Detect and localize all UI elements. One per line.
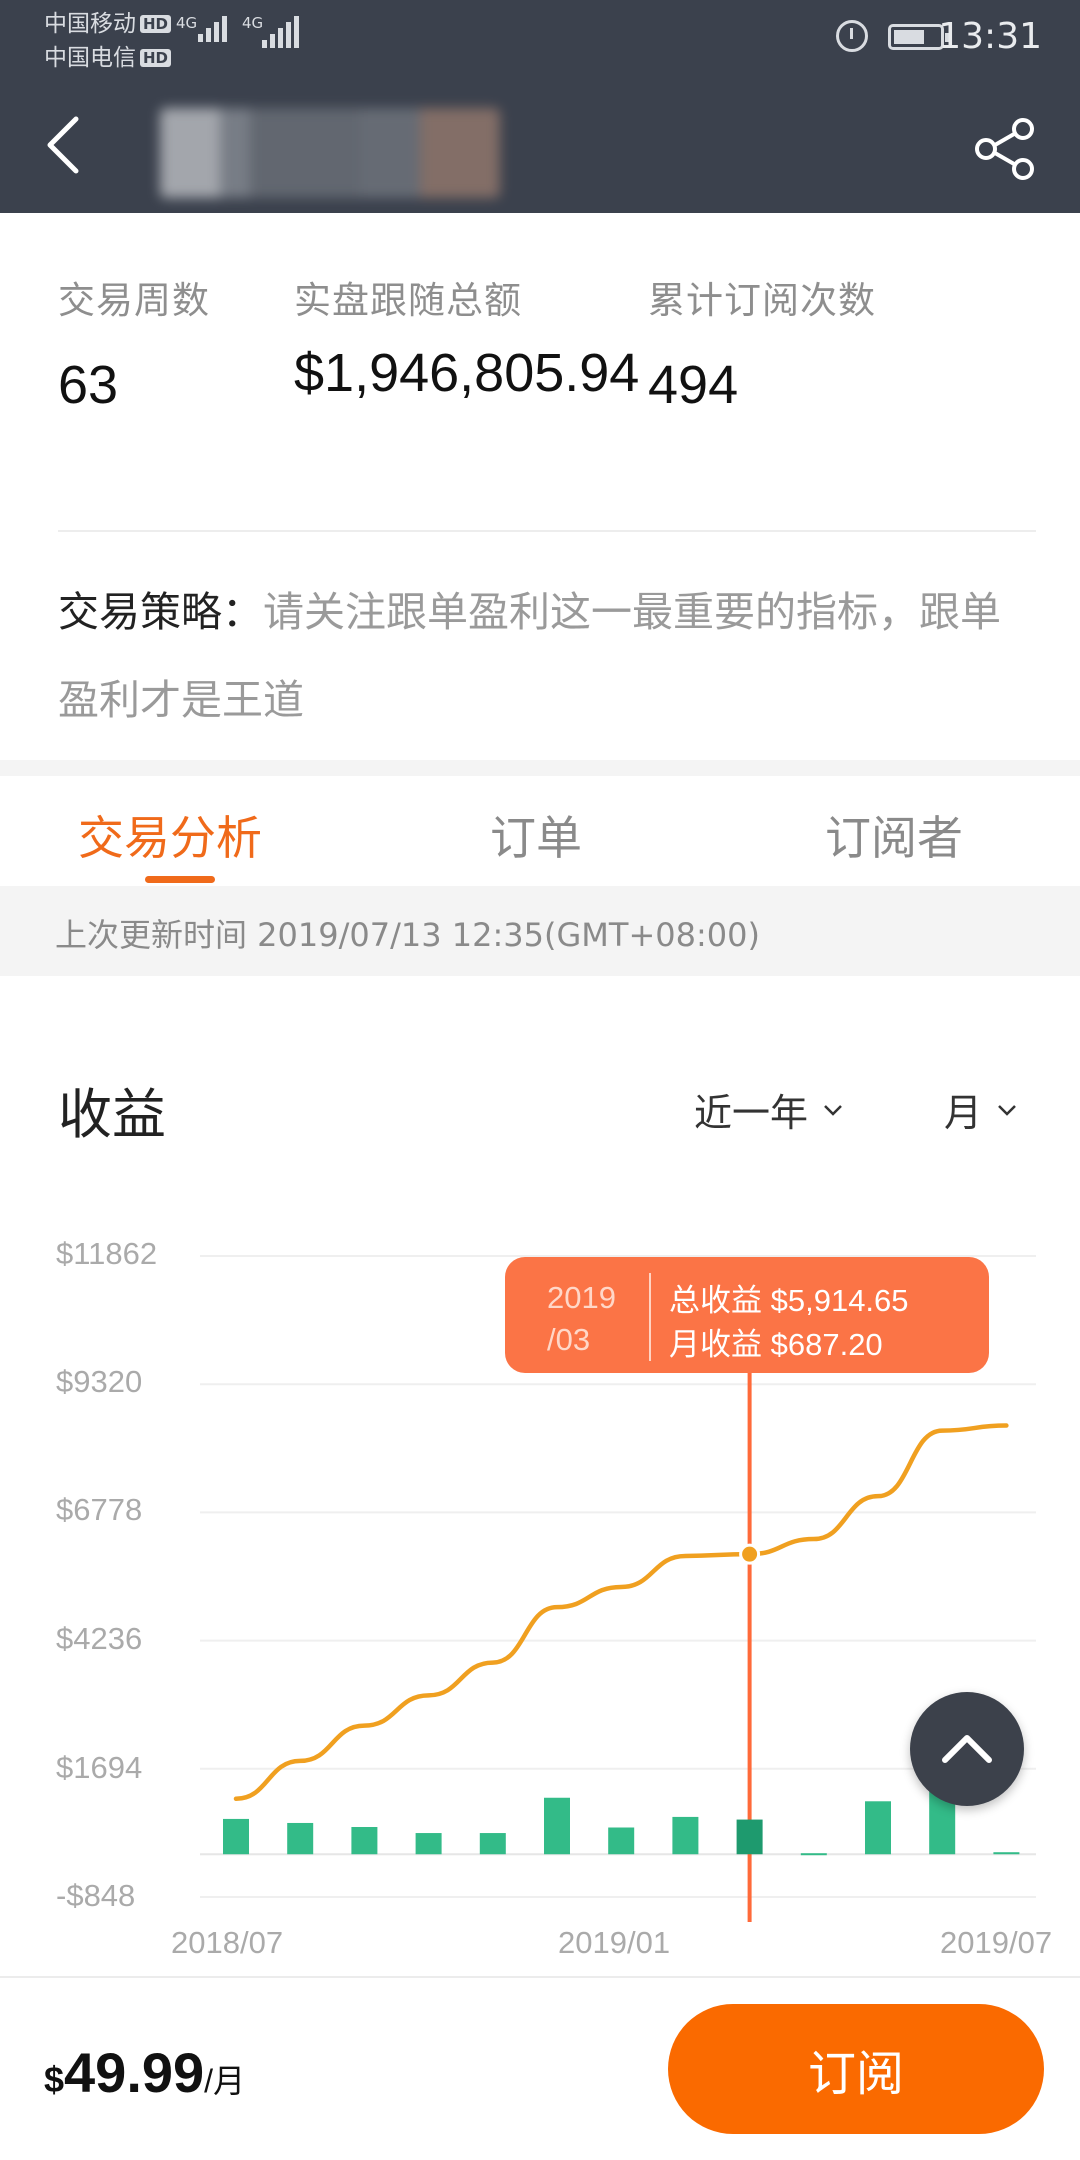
monthly-earnings-bar bbox=[672, 1816, 699, 1855]
price: $49.99/月 bbox=[44, 2040, 245, 2105]
x-tick-label: 2019/07 bbox=[940, 1925, 1053, 1960]
monthly-earnings-bar bbox=[993, 1852, 1020, 1855]
monthly-earnings-bar bbox=[736, 1819, 763, 1855]
scroll-top-button[interactable] bbox=[910, 1692, 1024, 1806]
earnings-chart[interactable] bbox=[0, 0, 1080, 1970]
x-tick-label: 2019/01 bbox=[558, 1925, 671, 1960]
chart-tooltip: 2019 /03 总收益 $5,914.65 月收益 $687.20 bbox=[505, 1257, 989, 1373]
price-currency: $ bbox=[44, 2059, 65, 2100]
price-unit: /月 bbox=[204, 2063, 246, 2099]
tooltip-date: 2019 /03 bbox=[547, 1277, 616, 1361]
monthly-earnings-bar bbox=[287, 1822, 314, 1855]
bottom-bar: $49.99/月 订阅 bbox=[0, 1976, 1080, 2160]
tooltip-date-month: /03 bbox=[547, 1322, 591, 1357]
monthly-earnings-bar bbox=[415, 1833, 442, 1855]
monthly-earnings-bar bbox=[351, 1826, 378, 1855]
total-earnings-line bbox=[233, 1423, 1009, 1802]
monthly-earnings-bar bbox=[479, 1833, 506, 1855]
tooltip-total-earnings: 总收益 $5,914.65 bbox=[669, 1283, 909, 1318]
tooltip-monthly-earnings: 月收益 $687.20 bbox=[669, 1327, 883, 1362]
monthly-earnings-bar bbox=[865, 1801, 891, 1855]
tooltip-separator bbox=[649, 1273, 651, 1361]
monthly-earnings-bar bbox=[800, 1853, 827, 1856]
monthly-earnings-bar bbox=[608, 1827, 635, 1855]
subscribe-button[interactable]: 订阅 bbox=[668, 2004, 1044, 2134]
tooltip-date-year: 2019 bbox=[547, 1280, 616, 1315]
monthly-earnings-bar bbox=[544, 1797, 570, 1855]
chevron-up-icon bbox=[942, 1735, 992, 1763]
price-value: 49.99 bbox=[64, 2041, 205, 2104]
monthly-earnings-bar bbox=[223, 1818, 249, 1855]
highlight-point bbox=[739, 1543, 761, 1565]
x-tick-label: 2018/07 bbox=[171, 1925, 284, 1960]
